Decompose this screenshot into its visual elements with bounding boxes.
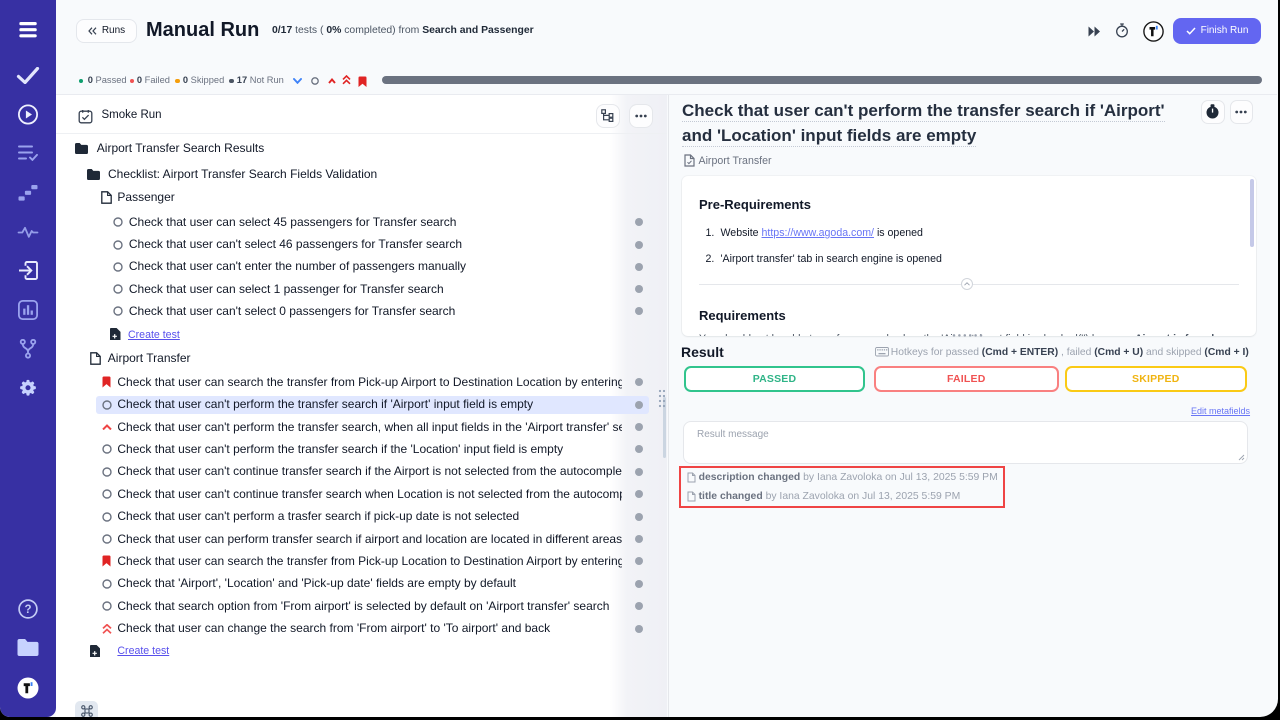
svg-text:?: ? xyxy=(24,604,31,616)
